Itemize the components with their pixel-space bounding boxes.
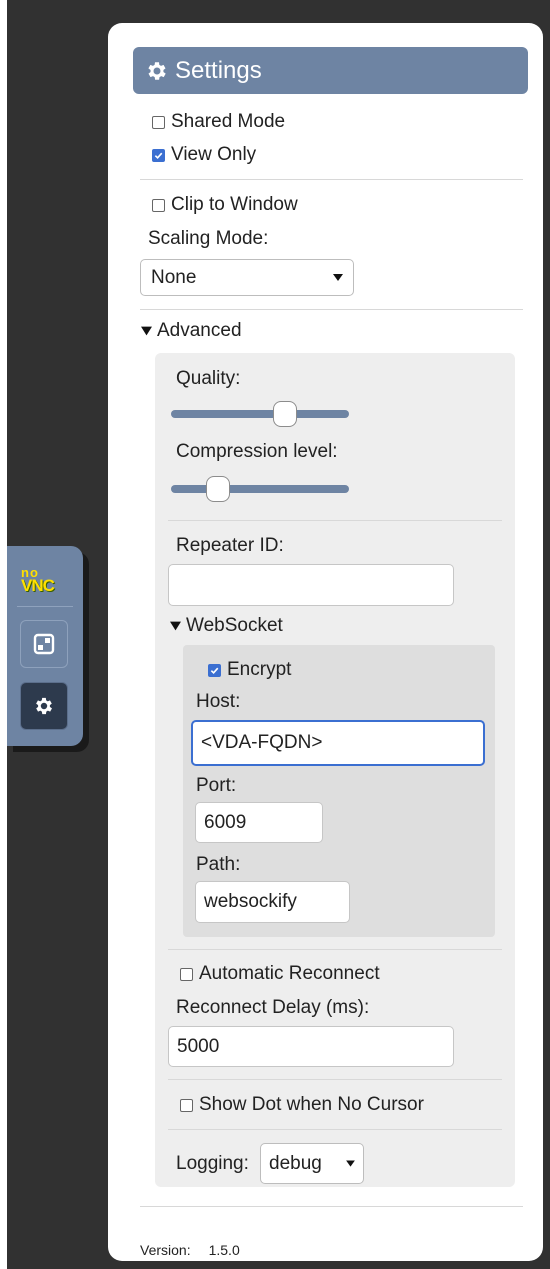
scaling-mode-select[interactable]: None [140, 259, 354, 296]
show-dot-checkbox[interactable] [180, 1098, 193, 1112]
auto-reconnect-checkbox[interactable] [180, 967, 193, 981]
divider [168, 1129, 502, 1130]
advanced-label: Advanced [157, 320, 242, 341]
gear-icon [148, 61, 166, 80]
port-label: Port: [196, 775, 237, 796]
path-value: websockify [204, 891, 297, 912]
novnc-logo: no VNC [21, 566, 55, 595]
compression-slider-thumb[interactable] [206, 476, 230, 502]
version-value: 1.5.0 [208, 1242, 240, 1258]
shared-mode-checkbox[interactable] [152, 115, 165, 129]
control-bar-divider [17, 606, 73, 607]
quality-slider-track[interactable] [171, 410, 349, 418]
host-input[interactable]: <VDA-FQDN> [191, 720, 485, 766]
websocket-toggle[interactable]: WebSocket [170, 615, 283, 637]
host-value: <VDA-FQDN> [201, 732, 323, 753]
version-info: Version: 1.5.0 [140, 1242, 258, 1258]
compression-label: Compression level: [176, 441, 338, 462]
settings-header: Settings [133, 47, 528, 94]
logo-bottom: VNC [21, 576, 55, 595]
clip-to-window-checkbox[interactable] [152, 198, 165, 212]
divider [140, 179, 523, 180]
port-input[interactable]: 6009 [195, 802, 323, 843]
reconnect-delay-input[interactable]: 5000 [168, 1026, 454, 1067]
advanced-toggle[interactable]: Advanced [141, 320, 242, 342]
control-bar: no VNC [7, 546, 83, 746]
fullscreen-button[interactable] [20, 620, 68, 668]
triangle-down-icon [141, 326, 152, 336]
view-only-row[interactable]: View Only [152, 144, 256, 166]
checkmark-icon [154, 152, 163, 159]
host-label: Host: [196, 691, 241, 712]
encrypt-checkbox[interactable] [208, 663, 221, 677]
websocket-label: WebSocket [186, 615, 283, 636]
scaling-mode-label: Scaling Mode: [148, 228, 269, 249]
chevron-down-icon [346, 1160, 355, 1167]
auto-reconnect-row[interactable]: Automatic Reconnect [180, 963, 380, 985]
auto-reconnect-label: Automatic Reconnect [199, 963, 380, 984]
logging-label: Logging: [176, 1153, 249, 1174]
encrypt-row[interactable]: Encrypt [208, 659, 291, 681]
checkmark-icon [210, 667, 219, 674]
quality-label: Quality: [176, 368, 241, 389]
repeater-id-input[interactable] [168, 564, 454, 606]
clip-to-window-row[interactable]: Clip to Window [152, 194, 298, 216]
version-label: Version: [140, 1242, 191, 1258]
triangle-down-icon [170, 621, 181, 631]
reconnect-delay-label: Reconnect Delay (ms): [176, 997, 370, 1018]
settings-title: Settings [175, 56, 262, 84]
chevron-down-icon [333, 273, 343, 281]
show-dot-row[interactable]: Show Dot when No Cursor [180, 1094, 424, 1116]
compression-slider-track[interactable] [171, 485, 349, 493]
clip-to-window-label: Clip to Window [171, 194, 298, 215]
settings-panel: Settings Shared Mode View Only Clip to W… [108, 23, 543, 1261]
divider [168, 949, 502, 950]
shared-mode-label: Shared Mode [171, 111, 286, 132]
divider [168, 520, 502, 521]
view-only-checkbox[interactable] [152, 148, 165, 162]
encrypt-label: Encrypt [227, 659, 292, 680]
page-margin [0, 0, 7, 1269]
shared-mode-row[interactable]: Shared Mode [152, 111, 285, 133]
gear-icon [36, 697, 52, 715]
divider [140, 309, 523, 310]
divider [168, 1079, 502, 1080]
reconnect-delay-value: 5000 [177, 1035, 220, 1057]
logging-value: debug [269, 1152, 322, 1174]
path-label: Path: [196, 854, 241, 875]
port-value: 6009 [204, 811, 247, 833]
show-dot-label: Show Dot when No Cursor [199, 1094, 424, 1115]
divider [140, 1206, 523, 1207]
view-only-label: View Only [171, 144, 257, 165]
logging-select[interactable]: debug [260, 1143, 364, 1184]
path-input[interactable]: websockify [195, 881, 350, 923]
quality-slider-thumb[interactable] [273, 401, 297, 427]
repeater-id-label: Repeater ID: [176, 535, 284, 556]
scaling-mode-value: None [151, 266, 197, 288]
settings-button[interactable] [20, 682, 68, 730]
fullscreen-icon [33, 633, 55, 655]
